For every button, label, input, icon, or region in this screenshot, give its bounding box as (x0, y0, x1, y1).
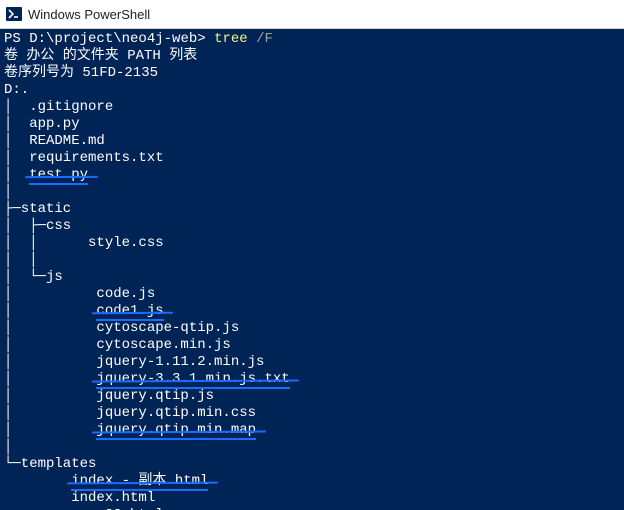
file-qtip-js: │ jquery.qtip.js (4, 388, 214, 404)
out-root: D:. (4, 82, 29, 98)
root-end: │ (4, 184, 12, 200)
dir-templates: └─templates (4, 456, 96, 472)
file-index-copy: index - 副本.html (71, 473, 208, 491)
file-cytoscape-min: │ cytoscape.min.js (4, 337, 231, 353)
js-end: │ (4, 439, 12, 455)
file-style-css: │ │ style.css (4, 235, 164, 251)
prompt-path: D:\project\neo4j-web> (29, 31, 205, 47)
command-flag: /F (256, 31, 273, 47)
file-jquery3: jquery-3.3.1.min.js.txt (96, 371, 289, 389)
file-testpy: test.py (29, 167, 88, 185)
file-index-copy-prefix (4, 473, 71, 489)
file-qtip-map: jquery.qtip.min.map (96, 422, 256, 440)
dir-css: │ ├─css (4, 218, 71, 234)
powershell-icon (6, 6, 22, 22)
file-qtip-css: │ jquery.qtip.min.css (4, 405, 256, 421)
file-gitignore: │ .gitignore (4, 99, 113, 115)
file-jquery1: │ jquery-1.11.2.min.js (4, 354, 264, 370)
titlebar[interactable]: Windows PowerShell (0, 0, 624, 29)
terminal-output[interactable]: PS D:\project\neo4j-web> tree /F 卷 办公 的文… (0, 29, 624, 510)
command-tree: tree (214, 31, 248, 47)
dir-static: ├─static (4, 201, 71, 217)
prompt-ps: PS (4, 31, 29, 47)
file-jquery3-prefix: │ (4, 371, 96, 387)
file-code1-js: code1.js (96, 303, 163, 321)
file-requirements: │ requirements.txt (4, 150, 164, 166)
css-blank: │ │ (4, 252, 38, 268)
out-serial: 卷序列号为 51FD-2135 (4, 65, 158, 81)
file-code-js: │ code.js (4, 286, 155, 302)
file-qtipmap-prefix: │ (4, 422, 96, 438)
file-apppy: │ app.py (4, 116, 80, 132)
file-code1-prefix: │ (4, 303, 96, 319)
titlebar-text: Windows PowerShell (28, 7, 150, 22)
out-volume: 卷 办公 的文件夹 PATH 列表 (4, 48, 197, 64)
file-cytoscape-qtip: │ cytoscape-qtip.js (4, 320, 239, 336)
file-index-html: index.html (4, 490, 155, 506)
file-readme: │ README.md (4, 133, 105, 149)
file-testpy-prefix: │ (4, 167, 29, 183)
powershell-window: Windows PowerShell PS D:\project\neo4j-w… (0, 0, 624, 510)
dir-js: │ └─js (4, 269, 63, 285)
